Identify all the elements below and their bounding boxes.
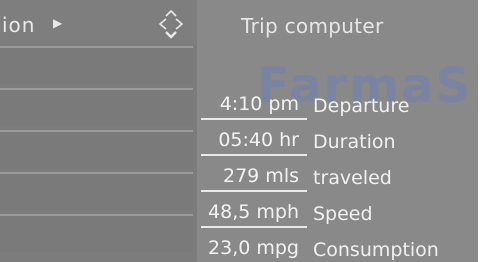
trip-computer-title: Trip computer: [241, 14, 384, 38]
menu-panel: ion ▶: [0, 0, 197, 262]
trip-row-consumption[interactable]: 23,0 mpg Consumption: [197, 232, 482, 262]
speed-label: Speed: [313, 203, 373, 225]
speed-value-field: 48,5 mph: [201, 198, 307, 228]
distance-value-field: 279 mls: [201, 162, 307, 192]
trip-row-departure[interactable]: 4:10 pm Departure: [197, 88, 482, 124]
consumption-label: Consumption: [313, 239, 439, 261]
duration-label: Duration: [313, 131, 396, 153]
triangle-right-icon: ▶: [53, 16, 63, 30]
four-way-controller-icon: [158, 9, 184, 39]
distance-value: 279 mls: [223, 165, 299, 187]
departure-value-field: 4:10 pm: [201, 90, 307, 120]
departure-label: Departure: [313, 95, 410, 117]
distance-label: traveled: [313, 167, 392, 189]
duration-value-field: 05:40 hr: [201, 126, 307, 156]
trip-row-distance[interactable]: 279 mls traveled: [197, 160, 482, 196]
menu-row[interactable]: [0, 88, 193, 126]
menu-row[interactable]: [0, 172, 193, 210]
screen: ion ▶ FarmaS Trip computer 4:10 pm Depar…: [0, 0, 482, 262]
trip-computer-panel: FarmaS Trip computer 4:10 pm Departure 0…: [197, 0, 482, 262]
consumption-value: 23,0 mpg: [208, 237, 299, 259]
menu-title: ion: [2, 13, 36, 37]
departure-value: 4:10 pm: [219, 93, 299, 115]
consumption-value-field: 23,0 mpg: [201, 234, 307, 262]
duration-value: 05:40 hr: [218, 129, 299, 151]
menu-row[interactable]: [0, 46, 193, 84]
frame-edge: [478, 0, 482, 262]
menu-row[interactable]: [0, 214, 193, 252]
menu-header[interactable]: ion ▶: [0, 0, 197, 44]
menu-row[interactable]: [0, 130, 193, 168]
speed-value: 48,5 mph: [208, 201, 299, 223]
trip-row-speed[interactable]: 48,5 mph Speed: [197, 196, 482, 232]
trip-row-duration[interactable]: 05:40 hr Duration: [197, 124, 482, 160]
